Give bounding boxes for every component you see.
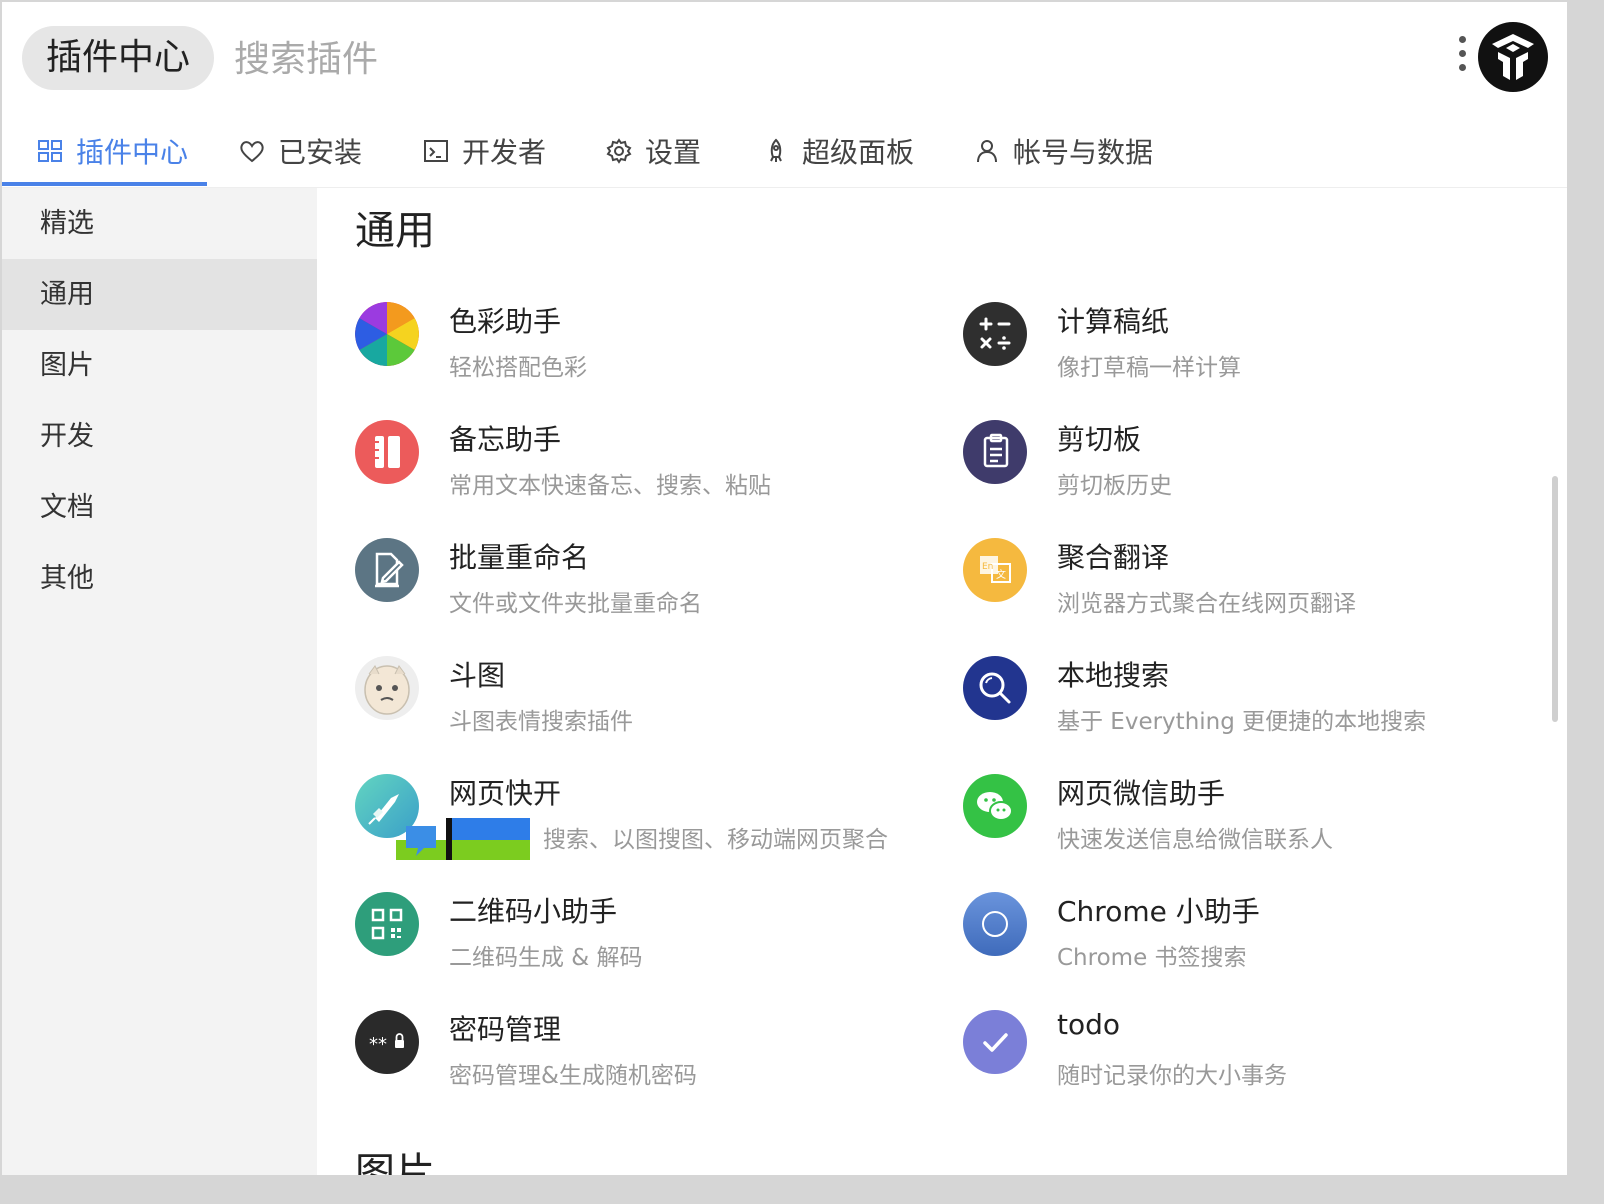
app-title-pill[interactable]: 插件中心 <box>22 26 215 90</box>
grid-icon <box>38 140 62 162</box>
tab-plugin-center[interactable]: 插件中心 <box>36 117 188 185</box>
category-sidebar: 精选 通用 图片 开发 文档 其他 <box>2 188 317 1175</box>
notebook-icon <box>355 420 419 484</box>
meme-face-icon <box>355 656 419 720</box>
plugin-name: 色彩助手 <box>449 305 562 338</box>
heart-icon <box>240 141 264 163</box>
plugin-name: 本地搜索 <box>1057 659 1170 692</box>
plugin-name: 聚合翻译 <box>1057 541 1170 574</box>
tab-developer[interactable]: 开发者 <box>422 117 546 185</box>
plugin-description: 常用文本快速备忘、搜索、粘贴 <box>449 473 771 499</box>
plugin-card[interactable]: Chrome 小助手 Chrome 书签搜索 <box>963 882 1543 982</box>
plugin-name: 网页快开 <box>449 777 562 810</box>
tab-account-data[interactable]: 帐号与数据 <box>973 117 1153 185</box>
clipboard-icon <box>963 420 1027 484</box>
sidebar-item-featured[interactable]: 精选 <box>2 188 317 259</box>
plugin-name: 网页微信助手 <box>1057 777 1226 810</box>
wechat-icon <box>963 774 1027 838</box>
plugin-description: 随时记录你的大小事务 <box>1057 1063 1287 1089</box>
plugin-card[interactable]: 剪切板 剪切板历史 <box>963 410 1543 510</box>
check-icon <box>963 1010 1027 1074</box>
tab-label: 开发者 <box>462 136 547 169</box>
plugin-description: 浏览器方式聚合在线网页翻译 <box>1057 591 1356 617</box>
tab-label: 超级面板 <box>802 136 915 169</box>
overlay-thumbnail-icon <box>396 818 530 860</box>
plugin-card[interactable]: 本地搜索 基于 Everything 更便捷的本地搜索 <box>963 646 1543 746</box>
plugin-description: 密码管理&生成随机密码 <box>449 1063 697 1089</box>
tab-installed[interactable]: 已安装 <box>238 117 362 185</box>
plugin-card[interactable]: todo 随时记录你的大小事务 <box>963 1000 1543 1100</box>
plugin-description: 斗图表情搜索插件 <box>449 709 633 735</box>
plugin-list-panel: 通用 色彩助手 轻松搭配色彩 计算稿纸 像打草稿一样计算 备忘助手 常用文本快速… <box>317 188 1552 1175</box>
plugin-name: Chrome 小助手 <box>1057 895 1260 928</box>
more-options-icon[interactable] <box>1450 36 1474 80</box>
sidebar-item-other[interactable]: 其他 <box>2 543 317 614</box>
plugin-description: 剪切板历史 <box>1057 473 1172 499</box>
sidebar-item-images[interactable]: 图片 <box>2 330 317 401</box>
tab-super-panel[interactable]: 超级面板 <box>762 117 914 185</box>
plugin-description: 二维码生成 & 解码 <box>449 945 643 971</box>
tab-label: 插件中心 <box>76 136 189 169</box>
plugin-card[interactable]: 斗图 斗图表情搜索插件 <box>355 646 935 746</box>
plugin-name: 密码管理 <box>449 1013 562 1046</box>
plugin-description: 基于 Everything 更便捷的本地搜索 <box>1057 709 1427 735</box>
plugin-description: 像打草稿一样计算 <box>1057 355 1241 381</box>
plugin-description: 搜索、以图搜图、移动端网页聚合 <box>543 827 888 853</box>
rocket-icon <box>770 138 782 162</box>
sidebar-item-development[interactable]: 开发 <box>2 401 317 472</box>
plugin-name: 备忘助手 <box>449 423 562 456</box>
active-tab-indicator <box>2 182 207 186</box>
top-bar: 插件中心 <box>2 2 1567 112</box>
plugin-name: 计算稿纸 <box>1057 305 1170 338</box>
tab-settings[interactable]: 设置 <box>605 117 701 185</box>
svg-text:**: ** <box>369 1034 387 1055</box>
plugin-name: 剪切板 <box>1057 423 1142 456</box>
chrome-icon <box>963 892 1027 956</box>
rename-icon <box>355 538 419 602</box>
qrcode-icon <box>355 892 419 956</box>
plugin-name: 二维码小助手 <box>449 895 618 928</box>
password-icon: ** <box>355 1010 419 1074</box>
plugin-description: Chrome 书签搜索 <box>1057 945 1247 971</box>
tab-label: 帐号与数据 <box>1013 136 1154 169</box>
svg-text:En: En <box>982 562 993 572</box>
plugin-name: 批量重命名 <box>449 541 590 574</box>
magnifier-icon <box>963 656 1027 720</box>
user-icon <box>977 140 997 163</box>
plugin-card[interactable]: 批量重命名 文件或文件夹批量重命名 <box>355 528 935 628</box>
svg-text:文: 文 <box>996 568 1006 581</box>
tab-label: 设置 <box>645 136 702 169</box>
terminal-icon <box>424 140 448 162</box>
gear-icon <box>606 138 632 164</box>
color-wheel-icon <box>355 302 419 366</box>
plugin-description: 轻松搭配色彩 <box>449 355 587 381</box>
sidebar-item-documents[interactable]: 文档 <box>2 472 317 543</box>
app-window: 插件中心 插件中心 已安装 开发 <box>2 2 1567 1175</box>
sidebar-item-general[interactable]: 通用 <box>2 259 317 330</box>
translate-icon: En 文 <box>963 538 1027 602</box>
plugin-name: todo <box>1057 1008 1121 1041</box>
vertical-scrollbar[interactable] <box>1552 476 1558 722</box>
plugin-card[interactable]: 色彩助手 轻松搭配色彩 <box>355 292 935 392</box>
plugin-card[interactable]: 网页微信助手 快速发送信息给微信联系人 <box>963 764 1543 864</box>
search-input[interactable] <box>232 28 1386 90</box>
tab-label: 已安装 <box>278 136 363 169</box>
plugin-card[interactable]: En 文 聚合翻译 浏览器方式聚合在线网页翻译 <box>963 528 1543 628</box>
plugin-description: 文件或文件夹批量重命名 <box>449 591 702 617</box>
logo-icon[interactable] <box>1478 22 1548 92</box>
plugin-name: 斗图 <box>449 659 506 692</box>
plugin-card[interactable]: 计算稿纸 像打草稿一样计算 <box>963 292 1543 392</box>
plugin-card[interactable]: 备忘助手 常用文本快速备忘、搜索、粘贴 <box>355 410 935 510</box>
plugin-card[interactable]: ** 密码管理 密码管理&生成随机密码 <box>355 1000 935 1100</box>
section-title: 通用 <box>355 208 435 254</box>
plugin-card[interactable]: 二维码小助手 二维码生成 & 解码 <box>355 882 935 982</box>
calculator-icon <box>963 302 1027 366</box>
plugin-description: 快速发送信息给微信联系人 <box>1057 827 1333 853</box>
tab-bar: 插件中心 已安装 开发者 设置 超级面板 帐号与数据 <box>2 117 1567 188</box>
next-section-title: 图片 <box>355 1150 435 1175</box>
